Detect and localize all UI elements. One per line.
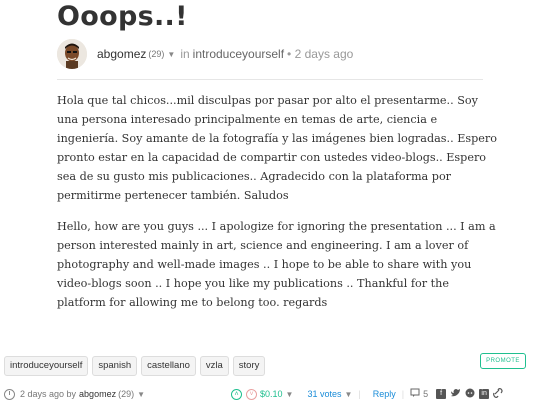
votes-count[interactable]: 31 votes [307,389,341,399]
caret-down-icon[interactable]: ▼ [286,390,294,399]
downvote-icon[interactable]: ˅ [246,388,258,400]
reddit-icon[interactable] [465,388,475,400]
promote-button[interactable]: PROMOTE [480,353,526,369]
footer-author[interactable]: abgomez [79,389,116,399]
reply-link[interactable]: Reply [373,389,396,399]
in-label: in [180,47,190,61]
post-body: Hola que tal chicos...mil disculpas por … [57,91,497,324]
paragraph-spanish: Hola que tal chicos...mil disculpas por … [57,94,497,202]
separator: | [401,389,405,399]
tag-item[interactable]: introduceyourself [4,356,89,376]
author-name[interactable]: abgomez [97,47,146,61]
tag-item[interactable]: vzla [199,356,229,376]
facebook-icon[interactable]: f [436,389,447,399]
post-age: • 2 days ago [287,47,354,61]
post-footer: 2 days ago by abgomez (29) ▼ ˄ ˅ $0.10 ▼… [4,386,538,402]
post-meta: abgomez (29) ▼ in introduceyourself • 2 … [57,38,487,70]
link-icon[interactable] [493,388,503,400]
upvote-icon[interactable]: ˄ [231,388,243,400]
caret-down-icon[interactable]: ▼ [345,390,353,399]
caret-down-icon[interactable]: ▼ [167,50,175,59]
footer-age: 2 days ago by [20,389,77,399]
divider [57,79,483,80]
tag-item[interactable]: story [232,356,266,376]
payout-value[interactable]: $0.10 [260,389,283,399]
separator: | [358,389,361,399]
tag-item[interactable]: spanish [92,356,138,376]
tag-item[interactable]: castellano [141,356,196,376]
author-avatar[interactable] [57,39,87,69]
category-link[interactable]: introduceyourself [193,47,284,61]
paragraph-english: Hello, how are you guys ... I apologize … [57,220,496,309]
comment-count[interactable]: 5 [423,389,428,399]
author-reputation: (29) [148,49,165,59]
comment-icon[interactable] [410,388,420,400]
footer-reputation: (29) [118,389,135,399]
share-buttons: f in [436,388,503,400]
linkedin-icon[interactable]: in [479,389,490,399]
clock-icon [4,388,15,400]
caret-down-icon[interactable]: ▼ [137,390,145,399]
tag-list: introduceyourself spanish castellano vzl… [4,356,266,376]
twitter-icon[interactable] [450,388,461,400]
post-title: Ooops..! [57,1,188,32]
